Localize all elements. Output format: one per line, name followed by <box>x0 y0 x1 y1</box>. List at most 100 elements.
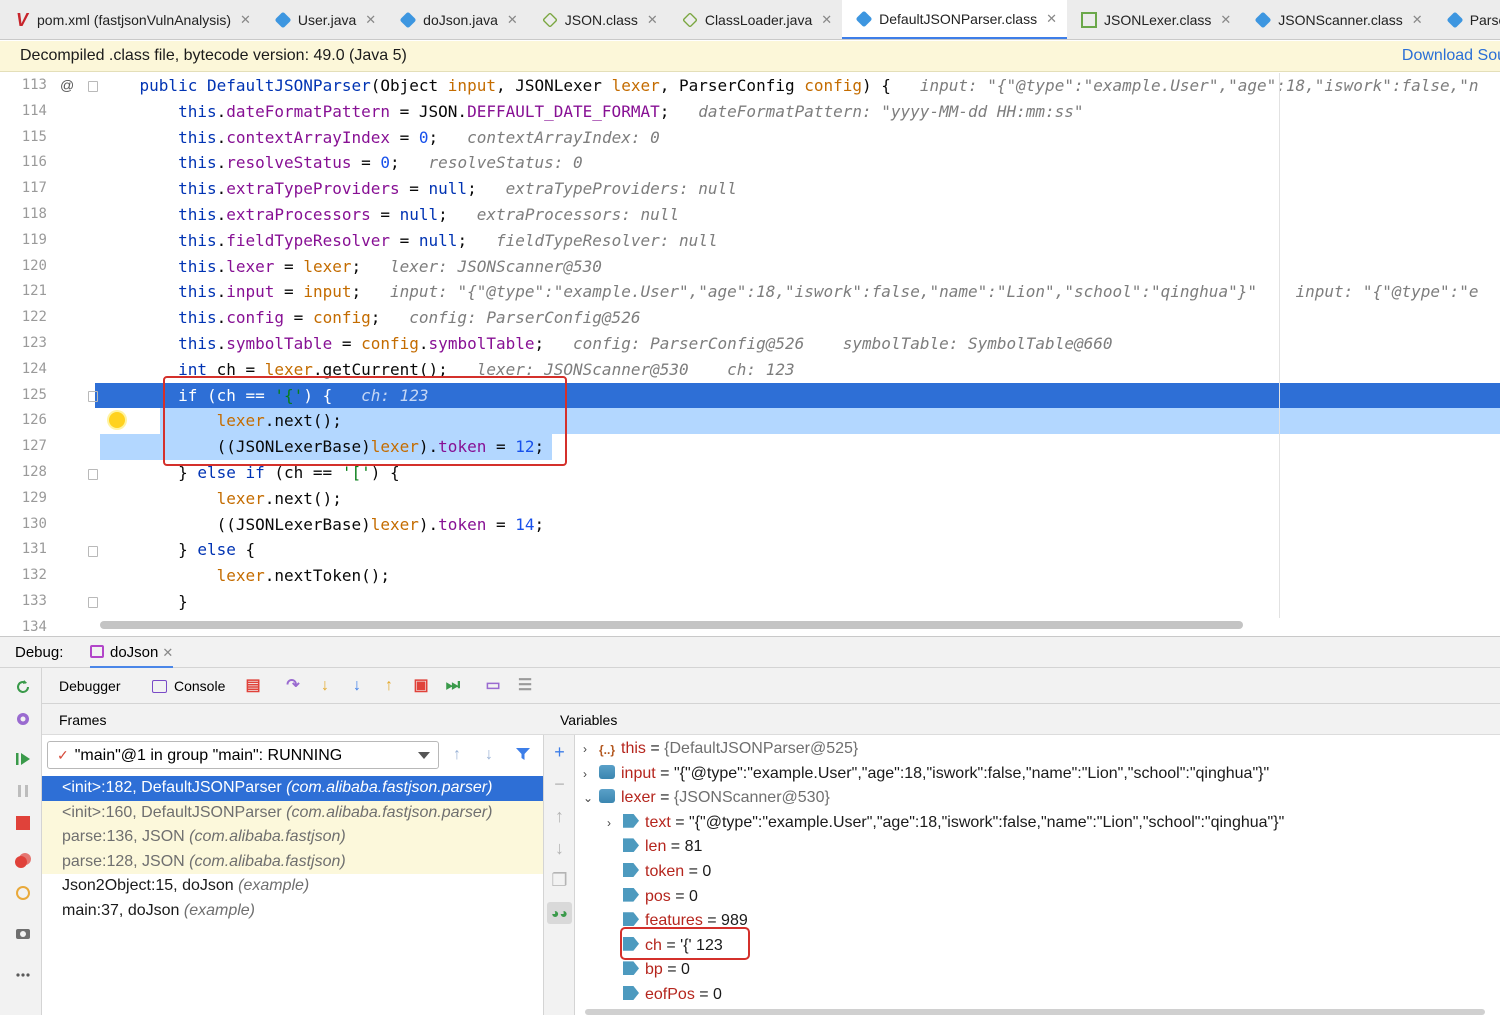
stack-frame-row[interactable]: parse:128, JSON (com.alibaba.fastjson) <box>42 849 543 875</box>
line-number[interactable]: 122 <box>0 305 47 331</box>
line-number[interactable]: 128 <box>0 460 47 486</box>
close-tab-icon[interactable]: ✕ <box>240 12 251 28</box>
editor-tab[interactable]: JSONLexer.class ✕ <box>1067 0 1241 39</box>
close-tab-icon[interactable]: ✕ <box>821 12 832 28</box>
variable-row[interactable]: › text = "{"@type":"example.User","age":1… <box>607 811 1284 836</box>
run-to-cursor-icon[interactable]: ⏭ <box>444 677 462 695</box>
debug-session-tab[interactable]: doJson ✕ <box>90 637 174 669</box>
variable-row[interactable]: › {..} this = {DefaultJSONParser@525} <box>583 737 858 762</box>
close-tab-icon[interactable]: ✕ <box>1412 12 1423 28</box>
next-frame-icon[interactable]: ↓ <box>485 746 493 764</box>
code-line[interactable]: 118 this.extraProcessors = null; extraPr… <box>0 202 1500 228</box>
line-number[interactable]: 125 <box>0 383 47 409</box>
fold-marker-icon[interactable] <box>88 546 98 557</box>
line-number[interactable]: 129 <box>0 486 47 512</box>
close-tab-icon[interactable]: ✕ <box>647 12 658 28</box>
code-line[interactable]: 116 this.resolveStatus = 0; resolveStatu… <box>0 150 1500 176</box>
more-actions-icon[interactable] <box>14 966 32 984</box>
stop-icon[interactable] <box>14 814 32 832</box>
code-line[interactable]: 127 ((JSONLexerBase)lexer).token = 12; <box>0 434 1500 460</box>
editor-tab[interactable]: ParserConfig. <box>1433 0 1500 39</box>
mute-breakpoints-icon[interactable] <box>14 884 32 902</box>
code-line[interactable]: 133 } <box>0 589 1500 615</box>
close-tab-icon[interactable]: ✕ <box>507 12 518 28</box>
close-tab-icon[interactable]: ✕ <box>365 12 376 28</box>
line-number[interactable]: 131 <box>0 537 47 563</box>
close-tab-icon[interactable]: ✕ <box>1046 11 1057 27</box>
editor-tab[interactable]: DefaultJSONParser.class ✕ <box>842 0 1067 39</box>
stack-frame-row[interactable]: parse:136, JSON (com.alibaba.fastjson) <box>42 825 543 850</box>
override-at-icon[interactable]: @ <box>60 77 74 93</box>
code-line[interactable]: 120 this.lexer = lexer; lexer: JSONScann… <box>0 254 1500 280</box>
camera-icon[interactable] <box>14 924 32 942</box>
expand-arrow-icon[interactable]: › <box>583 737 595 762</box>
variable-row[interactable]: pos = 0 <box>607 885 698 910</box>
stack-frame-row[interactable]: main:37, doJson (example) <box>42 899 543 924</box>
expand-arrow-icon[interactable]: › <box>607 811 619 836</box>
add-watch-icon[interactable]: + <box>551 743 568 761</box>
line-number[interactable]: 118 <box>0 202 47 228</box>
line-number[interactable]: 124 <box>0 357 47 383</box>
previous-frame-icon[interactable]: ↑ <box>453 746 461 764</box>
code-line[interactable]: 128 } else if (ch == '[') { <box>0 460 1500 486</box>
fold-marker-icon[interactable] <box>88 391 98 402</box>
line-number[interactable]: 127 <box>0 434 47 460</box>
step-into-icon[interactable]: ↓ <box>316 677 334 695</box>
settings-gear-icon[interactable] <box>14 710 32 728</box>
line-number[interactable]: 123 <box>0 331 47 357</box>
download-sources-link[interactable]: Download Sou <box>1402 41 1500 71</box>
code-line[interactable]: 122 this.config = config; config: Parser… <box>0 305 1500 331</box>
trace-settings-icon[interactable]: ☰ <box>516 677 534 695</box>
force-step-into-icon[interactable]: ↓ <box>348 677 366 695</box>
stack-frame-row[interactable]: Json2Object:15, doJson (example) <box>42 874 543 899</box>
code-line[interactable]: 131 } else { <box>0 537 1500 563</box>
move-down-icon[interactable]: ↓ <box>551 839 568 857</box>
code-line[interactable]: 113 public DefaultJSONParser(Object inpu… <box>0 73 1500 99</box>
stack-frame-row[interactable]: <init>:182, DefaultJSONParser (com.aliba… <box>42 776 543 801</box>
expand-arrow-icon[interactable]: › <box>583 762 595 787</box>
line-number[interactable]: 115 <box>0 125 47 151</box>
variable-row[interactable]: token = 0 <box>607 860 711 885</box>
variable-row[interactable]: bp = 0 <box>607 958 690 983</box>
line-number[interactable]: 134 <box>0 615 47 635</box>
line-number[interactable]: 121 <box>0 279 47 305</box>
code-line[interactable]: 129 lexer.next(); <box>0 486 1500 512</box>
variable-row[interactable]: eofPos = 0 <box>607 983 722 1008</box>
code-line[interactable]: 114 this.dateFormatPattern = JSON.DEFFAU… <box>0 99 1500 125</box>
variable-row[interactable]: ⌄ lexer = {JSONScanner@530} <box>583 786 830 811</box>
code-line[interactable]: 121 this.input = input; input: "{"@type"… <box>0 279 1500 305</box>
fold-marker-icon[interactable] <box>88 469 98 480</box>
line-number[interactable]: 114 <box>0 99 47 125</box>
pause-icon[interactable] <box>14 782 32 800</box>
step-out-icon[interactable]: ↑ <box>380 677 398 695</box>
show-execution-point-icon[interactable]: ▤ <box>244 677 262 695</box>
variable-row[interactable]: len = 81 <box>607 835 702 860</box>
code-line[interactable]: 117 this.extraTypeProviders = null; extr… <box>0 176 1500 202</box>
fold-marker-icon[interactable] <box>88 597 98 608</box>
view-breakpoints-icon[interactable] <box>14 852 32 870</box>
code-line[interactable]: 115 this.contextArrayIndex = 0; contextA… <box>0 125 1500 151</box>
resume-icon[interactable] <box>14 750 32 768</box>
close-tab-icon[interactable]: ✕ <box>1220 12 1231 28</box>
drop-frame-icon[interactable]: ▣ <box>412 677 430 695</box>
editor-tab[interactable]: ClassLoader.java ✕ <box>668 0 842 39</box>
copy-icon[interactable]: ❐ <box>551 871 568 889</box>
line-number[interactable]: 120 <box>0 254 47 280</box>
code-line[interactable]: 123 this.symbolTable = config.symbolTabl… <box>0 331 1500 357</box>
filter-icon[interactable] <box>515 746 531 762</box>
editor-tab[interactable]: JSON.class ✕ <box>528 0 668 39</box>
line-number[interactable]: 119 <box>0 228 47 254</box>
intention-bulb-icon[interactable] <box>109 412 125 428</box>
rerun-icon[interactable] <box>14 678 32 696</box>
thread-selector[interactable]: ✓ "main"@1 in group "main": RUNNING <box>47 741 439 769</box>
editor-horizontal-scrollbar[interactable] <box>100 621 1243 629</box>
code-line[interactable]: 130 ((JSONLexerBase)lexer).token = 14; <box>0 512 1500 538</box>
tab-console[interactable]: Console <box>152 678 225 694</box>
editor-tab[interactable]: doJson.java ✕ <box>386 0 528 39</box>
line-number[interactable]: 126 <box>0 408 47 434</box>
line-number[interactable]: 117 <box>0 176 47 202</box>
code-line[interactable]: 119 this.fieldTypeResolver = null; field… <box>0 228 1500 254</box>
line-number[interactable]: 130 <box>0 512 47 538</box>
variable-row[interactable]: › input = "{"@type":"example.User","age":… <box>583 762 1269 787</box>
code-line[interactable]: 124 int ch = lexer.getCurrent(); lexer: … <box>0 357 1500 383</box>
